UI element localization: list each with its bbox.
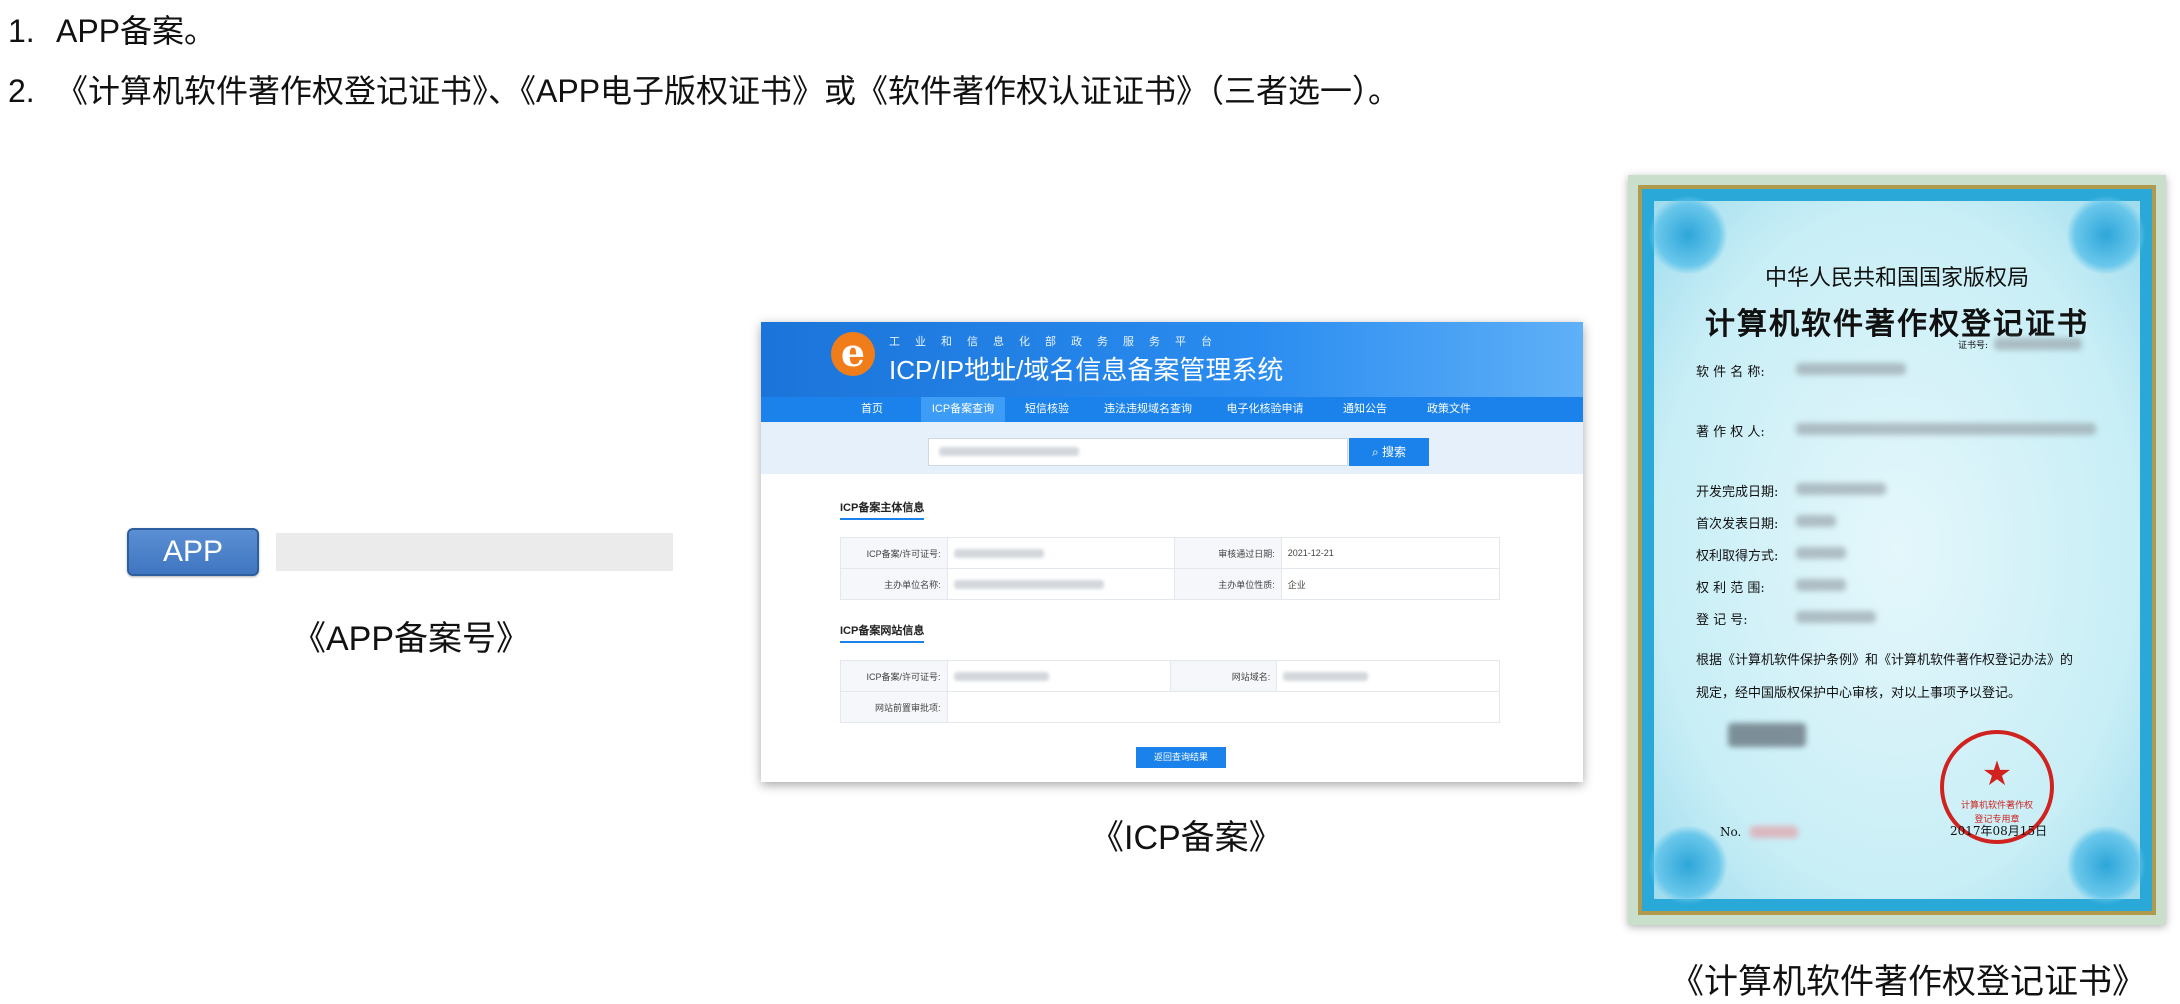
table-key: 网站前置审批项: — [840, 691, 948, 723]
table-row: 主办单位名称: 主办单位性质: 企业 — [840, 568, 1501, 600]
table-key: 主办单位名称: — [840, 568, 948, 600]
ornament-icon — [2066, 825, 2146, 905]
icp-title: ICP/IP地址/域名信息备案管理系统 — [889, 355, 1284, 385]
list-item-2: 2. 《计算机软件著作权登记证书》、《APP电子版权证书》或《软件著作权认证证书》… — [8, 66, 1400, 112]
field-value-redacted — [1796, 611, 1876, 623]
icp-nav: 首页 ICP备案查询 短信核验 违法违规域名查询 电子化核验申请 通知公告 政策… — [761, 397, 1583, 422]
list-number: 1. — [8, 13, 35, 49]
field-value-redacted — [1796, 547, 1846, 559]
field-completion-date: 开发完成日期: — [1696, 485, 1779, 500]
icp-logo-icon: e — [831, 332, 875, 376]
ornament-icon — [1648, 825, 1728, 905]
app-filing-number-redacted — [276, 533, 673, 571]
nav-item-policy[interactable]: 政策文件 — [1407, 397, 1491, 422]
field-first-publish-date: 首次发表日期: — [1696, 517, 1779, 532]
certificate-title: 计算机软件著作权登记证书 — [1705, 307, 2089, 342]
certificate-date: 2017年08月15日 — [1950, 824, 2048, 838]
field-value-redacted — [1796, 515, 1836, 527]
table-value-redacted — [946, 568, 1176, 600]
table-key: ICP备案/许可证号: — [840, 537, 948, 569]
table-row: ICP备案/许可证号: 网站域名: — [840, 660, 1500, 692]
certificate-number-label: 证书号: — [1958, 341, 1989, 351]
table-row: ICP备案/许可证号: 审核通过日期: 2021-12-21 — [840, 537, 1501, 569]
table-key: 审核通过日期: — [1174, 537, 1282, 569]
certificate-body-line1: 根据《计算机软件保护条例》和《计算机软件著作权登记办法》的 — [1696, 653, 2074, 668]
table-value — [946, 691, 1501, 723]
search-input[interactable] — [928, 438, 1348, 466]
field-copyright-owner: 著 作 权 人: — [1696, 425, 1765, 440]
list-item-1: 1. APP备案。 — [8, 6, 216, 52]
table-key: 网站域名: — [1169, 660, 1278, 692]
table-value: 2021-12-21 — [1280, 537, 1501, 569]
search-button-label: 搜索 — [1382, 445, 1407, 459]
back-to-results-button[interactable]: 返回查询结果 — [1136, 747, 1226, 768]
copyright-certificate: 中华人民共和国国家版权局 计算机软件著作权登记证书 证书号: 软 件 名 称: … — [1628, 175, 2166, 925]
table-key: 主办单位性质: — [1174, 568, 1282, 600]
certificate-number-redacted — [1994, 338, 2082, 350]
icp-subtitle: 工业和信息化部政务服务平台 — [889, 336, 1227, 348]
field-rights-scope: 权 利 范 围: — [1696, 581, 1765, 596]
field-value-redacted — [1796, 579, 1846, 591]
field-acquisition-method: 权利取得方式: — [1696, 549, 1779, 564]
seal-star-icon: ★ — [1981, 755, 2013, 793]
nav-item-e-verify[interactable]: 电子化核验申请 — [1207, 397, 1323, 422]
field-value-redacted — [1796, 483, 1886, 495]
section-heading-website: ICP备案网站信息 — [840, 622, 925, 643]
certificate-caption: 《计算机软件著作权登记证书》 — [1670, 963, 2146, 1001]
app-caption: 《APP备案号》 — [292, 620, 531, 658]
certificate-no-redacted — [1750, 826, 1798, 838]
field-value-redacted — [1796, 363, 1906, 375]
list-number: 2. — [8, 73, 35, 109]
search-button[interactable]: ⌕ 搜索 — [1349, 438, 1429, 466]
app-badge: APP — [127, 528, 259, 576]
table-value: 企业 — [1280, 568, 1501, 600]
subject-info-table: ICP备案/许可证号: 审核通过日期: 2021-12-21 主办单位名称: 主… — [840, 537, 1501, 600]
signature-redacted — [1728, 723, 1806, 747]
list-text: 《计算机软件著作权登记证书》、《APP电子版权证书》或《软件著作权认证证书》（三… — [56, 73, 1401, 109]
nav-item-illegal-domain[interactable]: 违法违规域名查询 — [1089, 397, 1207, 422]
icp-banner: e 工业和信息化部政务服务平台 ICP/IP地址/域名信息备案管理系统 — [761, 322, 1583, 397]
nav-item-sms[interactable]: 短信核验 — [1005, 397, 1089, 422]
website-info-table: ICP备案/许可证号: 网站域名: 网站前置审批项: — [840, 660, 1501, 723]
icp-caption: 《ICP备案》 — [1090, 819, 1283, 857]
table-value-redacted — [946, 537, 1176, 569]
list-text: APP备案。 — [56, 13, 217, 49]
icp-screenshot: e 工业和信息化部政务服务平台 ICP/IP地址/域名信息备案管理系统 首页 I… — [761, 322, 1583, 782]
nav-item-icp-query[interactable]: ICP备案查询 — [921, 397, 1005, 422]
table-key: ICP备案/许可证号: — [840, 660, 948, 692]
seal-text: 计算机软件著作权 — [1960, 800, 2033, 810]
certificate-agency: 中华人民共和国国家版权局 — [1764, 266, 2029, 291]
nav-item-notices[interactable]: 通知公告 — [1323, 397, 1407, 422]
certificate-no-label: No. — [1720, 825, 1742, 839]
table-value-redacted — [946, 660, 1171, 692]
table-value-redacted — [1276, 660, 1500, 692]
table-row: 网站前置审批项: — [840, 691, 1501, 723]
field-value-redacted — [1796, 423, 2096, 435]
section-heading-subject: ICP备案主体信息 — [840, 499, 925, 520]
field-registration-number: 登 记 号: — [1696, 613, 1748, 628]
field-software-name: 软 件 名 称: — [1696, 365, 1765, 380]
certificate-body-line2: 规定，经中国版权保护中心审核，对以上事项予以登记。 — [1696, 686, 2022, 701]
nav-item-home[interactable]: 首页 — [823, 397, 921, 422]
